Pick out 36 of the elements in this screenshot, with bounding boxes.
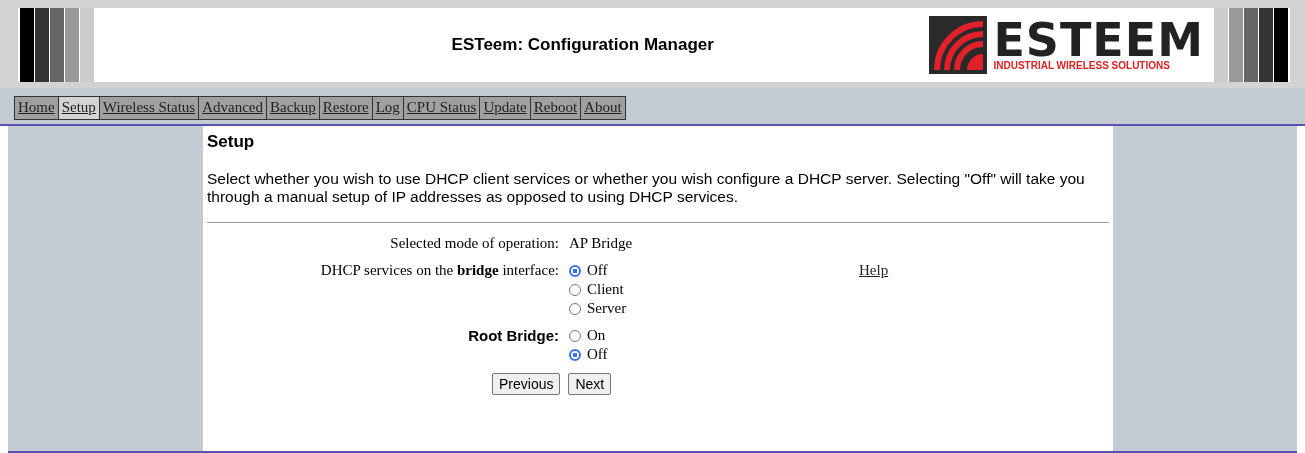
field-label: Root Bridge: — [467, 327, 560, 346]
nav-tab[interactable]: Wireless Status — [99, 96, 200, 120]
section-heading: Setup — [207, 132, 256, 152]
radio-label: Off — [587, 346, 608, 363]
radio-label: Client — [587, 281, 624, 298]
signal-logo-icon — [929, 16, 988, 74]
radio-label: Off — [587, 262, 608, 279]
radio-button[interactable] — [569, 283, 581, 296]
nav-button[interactable]: Next — [568, 373, 612, 395]
mode-value: AP Bridge — [569, 235, 634, 252]
nav-button[interactable]: Previous — [492, 373, 561, 395]
nav-tab[interactable]: Log — [372, 96, 404, 120]
description-text: Select whether you wish to use DHCP client services or whether you wish configure a DHCP server. Selecting "Off" will take you through a manual setup of IP addresses as opposed to using DHCP services. — [207, 170, 1086, 206]
nav-tab[interactable]: CPU Status — [403, 96, 481, 120]
logo-tagline: INDUSTRIAL WIRELESS SOLUTIONS — [993, 59, 1171, 71]
nav-tab[interactable]: About — [581, 96, 626, 120]
radio-label: On — [587, 327, 606, 344]
radio-label: Server — [587, 300, 627, 317]
nav-tab[interactable]: Reboot — [530, 96, 582, 120]
logo-name: ESTEEM — [993, 19, 1204, 60]
stripes-icon — [20, 8, 96, 82]
nav-tab[interactable]: Setup — [58, 96, 100, 120]
field-label: Selected mode of operation: — [389, 235, 560, 252]
radio-button[interactable] — [569, 264, 581, 277]
nav-tab[interactable]: Restore — [319, 96, 373, 120]
radio-button[interactable] — [569, 348, 581, 361]
radio-button[interactable] — [569, 329, 581, 342]
radio-button[interactable] — [569, 302, 581, 315]
window-title: ESTeem: Configuration Manager — [450, 35, 715, 55]
nav-tab[interactable]: Update — [480, 96, 531, 120]
help-link[interactable]: Help — [859, 262, 889, 317]
nav-tab[interactable]: Home — [14, 96, 59, 120]
field-label: DHCP services on the bridge interface: — [319, 262, 560, 280]
nav-tab[interactable]: Backup — [266, 96, 320, 120]
nav-tab[interactable]: Advanced — [199, 96, 267, 120]
stripes-icon — [1214, 8, 1290, 82]
